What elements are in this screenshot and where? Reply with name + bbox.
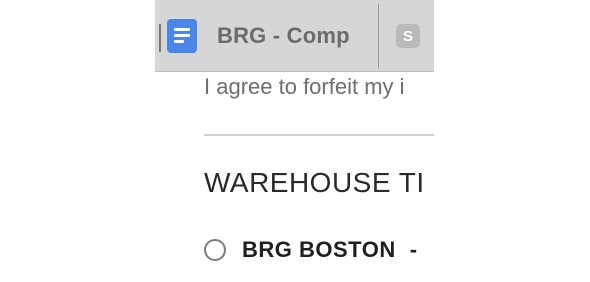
tab-separator [159,24,161,52]
tab-title: BRG - Comp [217,23,350,48]
tab-brg-document[interactable]: BRG - Comp [167,0,377,72]
warehouse-option-brg-boston[interactable]: BRG BOSTON - [204,237,417,263]
option-label[interactable]: BRG BOSTON [242,237,396,263]
radio-button[interactable] [204,239,226,261]
screenshot-stage: BRG - Comp S I agree to forfeit my i WAR… [0,0,590,282]
section-heading: WAREHOUSE TI [204,167,425,198]
browser-tab-bar: BRG - Comp S [155,0,434,72]
s-app-icon: S [396,24,420,48]
browser-viewport: BRG - Comp S I agree to forfeit my i WAR… [155,0,434,282]
section-divider [204,134,434,136]
option-suffix: - [409,237,418,262]
tab-s-app[interactable]: S [396,0,420,72]
tab-divider [378,4,379,68]
google-docs-icon [167,19,197,53]
consent-text: I agree to forfeit my i [204,74,405,99]
